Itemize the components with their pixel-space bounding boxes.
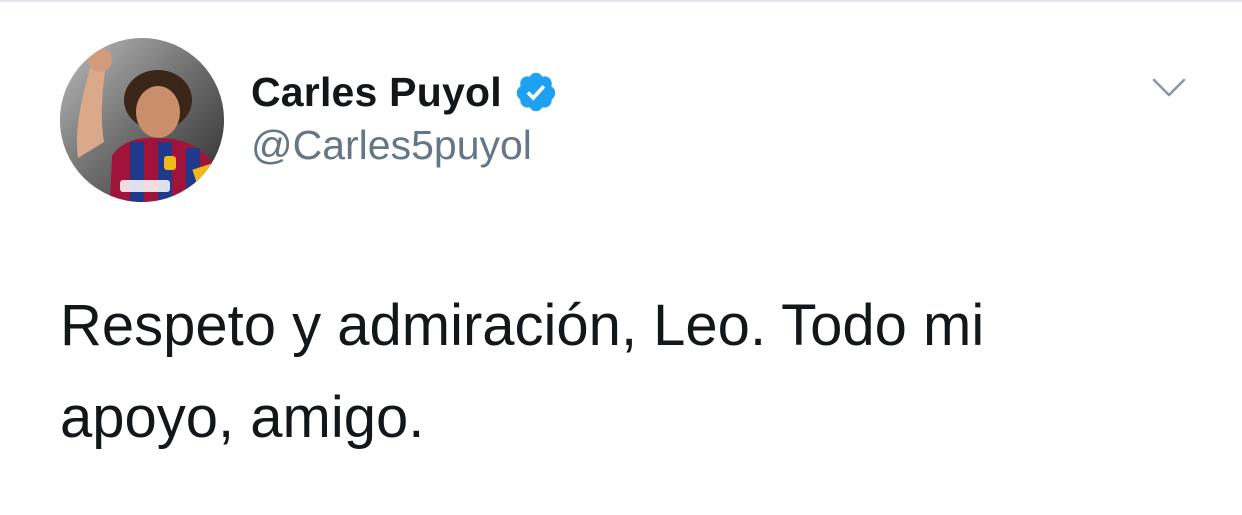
chevron-down-icon[interactable]: [1151, 74, 1187, 102]
user-handle[interactable]: @Carles5puyol: [251, 122, 1051, 169]
verified-badge-icon: [514, 70, 558, 114]
avatar[interactable]: [60, 38, 224, 202]
display-name[interactable]: Carles Puyol: [251, 69, 502, 116]
tweet-header: Carles Puyol @Carles5puyol: [251, 64, 1051, 169]
tweet-text: Respeto y admiración, Leo. Todo mi apoyo…: [60, 293, 985, 450]
name-row: Carles Puyol: [251, 64, 1051, 120]
avatar-photo-icon: [60, 38, 224, 202]
tweet-card: Carles Puyol @Carles5puyol Respeto y adm…: [0, 0, 1242, 515]
